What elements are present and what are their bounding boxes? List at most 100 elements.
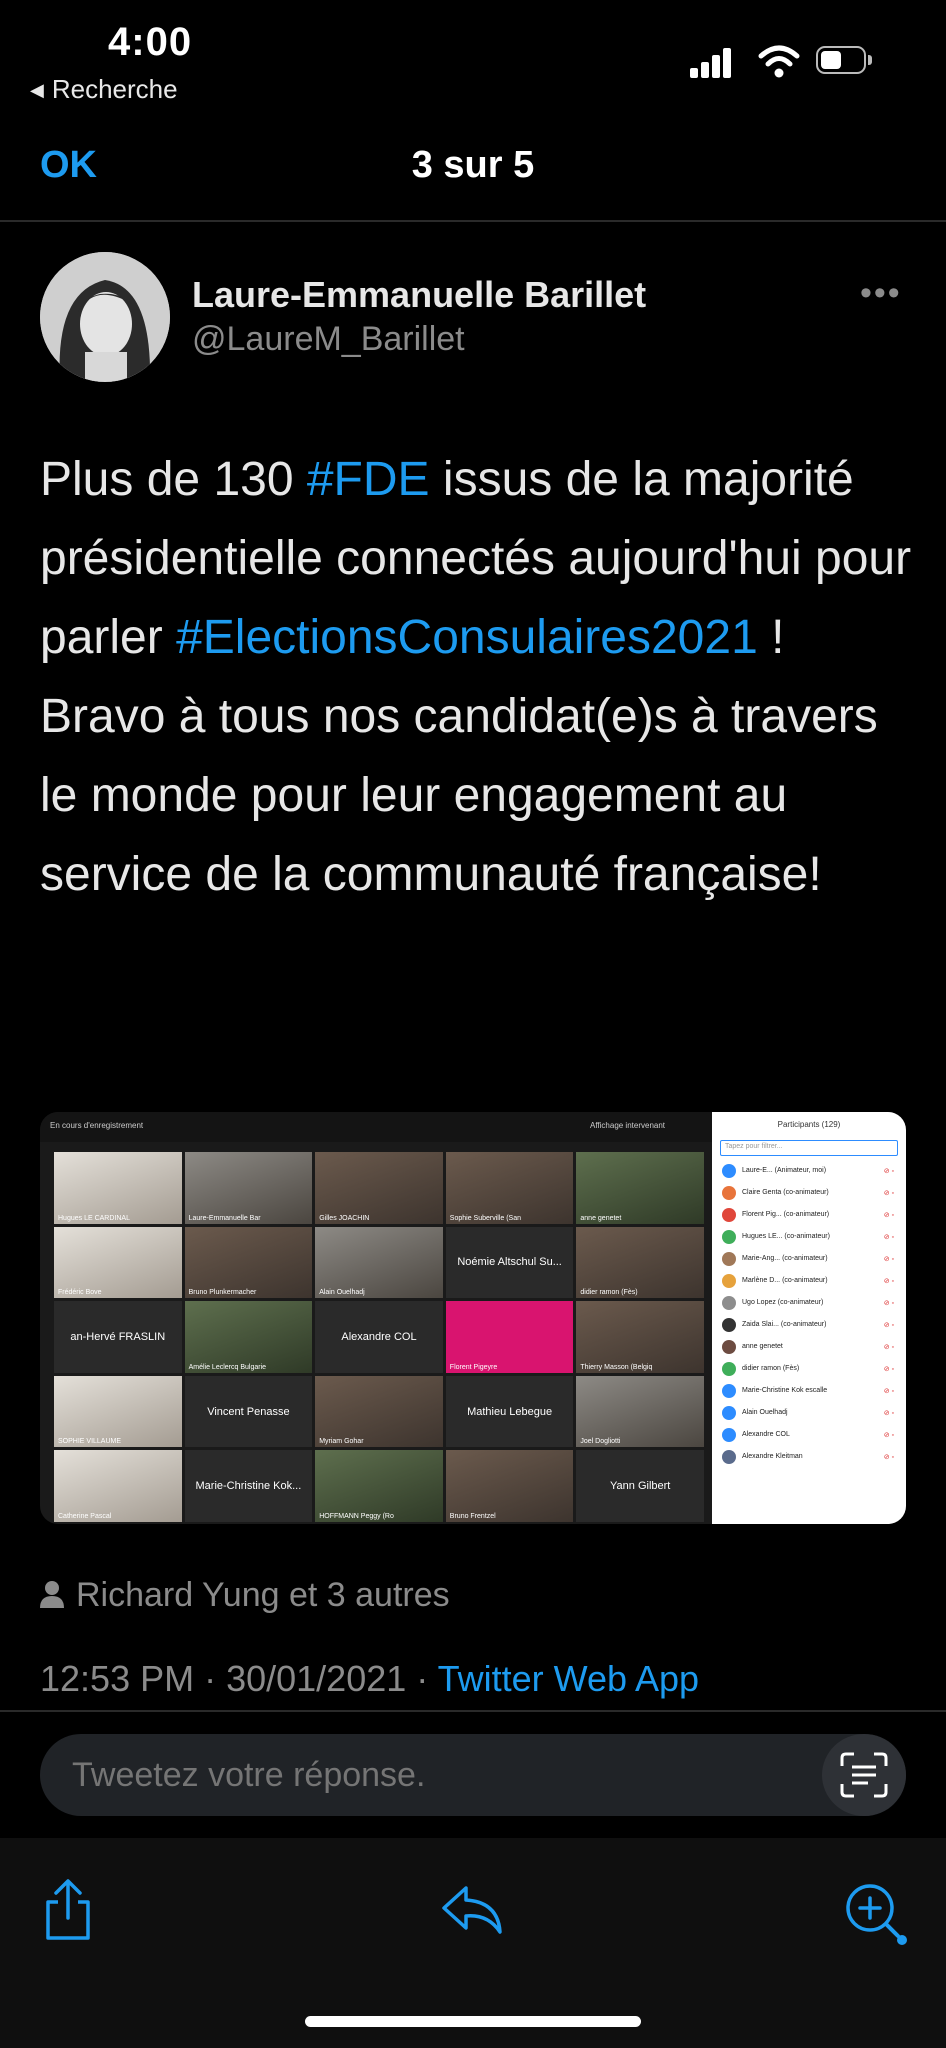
video-tile: SOPHIE VILLAUME: [54, 1375, 182, 1448]
video-tile-label: Myriam Gohar: [319, 1438, 364, 1446]
video-tile: Bruno Plunkermacher: [184, 1226, 313, 1299]
video-tile-label: Noémie Altschul Su...: [457, 1256, 562, 1269]
participant-row: didier ramon (Fès) ⊘ ▫: [722, 1358, 898, 1380]
nav-divider: [0, 220, 946, 222]
zoom-toolbar: En cours d'enregistrement Affichage inte…: [40, 1112, 715, 1142]
add-tweet-icon[interactable]: [840, 1878, 910, 1948]
video-tile-label: Laure-Emmanuelle Bar: [188, 1214, 261, 1222]
video-tile: Alexandre COL: [315, 1301, 443, 1373]
battery-icon: [816, 46, 874, 76]
reply-icon[interactable]: [440, 1882, 504, 1938]
participant-avatar: [722, 1230, 736, 1244]
meta-divider: [0, 1710, 946, 1712]
mic-camera-icon: ⊘ ▫: [883, 1168, 894, 1175]
more-options-icon[interactable]: •••: [860, 274, 902, 313]
participant-row: Laure-E... (Animateur, moi) ⊘ ▫: [722, 1160, 898, 1182]
mic-camera-icon: ⊘ ▫: [883, 1278, 894, 1285]
video-tile: Myriam Gohar: [315, 1375, 443, 1448]
participants-search-placeholder: Tapez pour filtrer...: [725, 1143, 783, 1150]
participant-avatar: [722, 1428, 736, 1442]
participant-row: Hugues LE... (co-animateur) ⊘ ▫: [722, 1226, 898, 1248]
back-label: Recherche: [51, 74, 178, 104]
participant-avatar: [722, 1340, 736, 1354]
participant-name: Ugo Lopez (co-animateur): [742, 1299, 824, 1306]
video-tile-label: didier ramon (Fès): [580, 1289, 638, 1297]
video-tile-label: HOFFMANN Peggy (Ro: [319, 1512, 394, 1520]
tweet-source-link[interactable]: Twitter Web App: [438, 1658, 699, 1699]
tweet-date: 30/01/2021: [226, 1658, 407, 1699]
participant-row: Florent Pig... (co-animateur) ⊘ ▫: [722, 1204, 898, 1226]
back-to-search-link[interactable]: ◀ Recherche: [30, 74, 178, 105]
video-tile-label: Amélie Leclercq Bulgarie: [188, 1363, 267, 1371]
home-indicator[interactable]: [305, 2016, 641, 2027]
participant-name: didier ramon (Fès): [742, 1365, 800, 1372]
video-tile-label: Marie-Christine Kok...: [195, 1480, 302, 1493]
author-name[interactable]: Laure-Emmanuelle Barillet: [192, 274, 646, 316]
participant-name: Laure-E... (Animateur, moi): [742, 1167, 827, 1174]
liked-by-text: Richard Yung et 3 autres: [76, 1576, 450, 1614]
mic-camera-icon: ⊘ ▫: [883, 1366, 894, 1373]
status-time: 4:00: [108, 20, 193, 64]
tweet-media-image[interactable]: En cours d'enregistrement Affichage inte…: [40, 1112, 906, 1524]
participant-avatar: [722, 1208, 736, 1222]
participant-name: Marie-Christine Kok escalle: [742, 1387, 828, 1394]
video-tile: Florent Pigeyre: [445, 1301, 574, 1373]
video-tile-label: Sophie Suberville (San: [449, 1214, 522, 1222]
recording-label: En cours d'enregistrement: [50, 1121, 144, 1130]
video-tile-label: Catherine Pascal: [58, 1512, 112, 1520]
scan-text-button[interactable]: [822, 1734, 906, 1816]
tweet-meta: 12:53 PM · 30/01/2021 · Twitter Web App: [40, 1658, 699, 1700]
participant-name: Florent Pig... (co-animateur): [742, 1211, 830, 1218]
participants-panel: Participants (129) Tapez pour filtrer...…: [712, 1112, 906, 1524]
participant-name: anne genetet: [742, 1343, 783, 1350]
share-icon[interactable]: [40, 1878, 96, 1942]
video-tile-label: Joel Dogliotti: [580, 1438, 621, 1446]
video-tile-label: Gilles JOACHIN: [319, 1214, 370, 1222]
video-tile-label: Bruno Plunkermacher: [188, 1289, 257, 1297]
page-title: 3 sur 5: [411, 144, 535, 186]
hashtag-link-elections[interactable]: #ElectionsConsulaires2021: [176, 611, 758, 664]
mic-camera-icon: ⊘ ▫: [883, 1256, 894, 1263]
video-tile: Mathieu Lebegue: [445, 1375, 574, 1448]
video-tile: Amélie Leclercq Bulgarie: [184, 1301, 313, 1373]
participant-avatar: [722, 1450, 736, 1464]
participant-name: Alexandre Kleitman: [742, 1453, 803, 1460]
participant-row: Claire Genta (co-animateur) ⊘ ▫: [722, 1182, 898, 1204]
meta-separator: ·: [194, 1658, 227, 1699]
participant-row: anne genetet ⊘ ▫: [722, 1336, 898, 1358]
reply-input[interactable]: [72, 1756, 772, 1795]
author-avatar[interactable]: [40, 252, 170, 382]
participant-name: Hugues LE... (co-animateur): [742, 1233, 830, 1240]
video-tile: Joel Dogliotti: [576, 1375, 704, 1448]
participant-row: Marie-Christine Kok escalle ⊘ ▫: [722, 1380, 898, 1402]
mic-camera-icon: ⊘ ▫: [883, 1234, 894, 1241]
participant-avatar: [722, 1318, 736, 1332]
participant-row: Alexandre Kleitman ⊘ ▫: [722, 1446, 898, 1468]
liked-by[interactable]: Richard Yung et 3 autres: [40, 1576, 450, 1615]
mic-camera-icon: ⊘ ▫: [883, 1388, 894, 1395]
participant-avatar: [722, 1362, 736, 1376]
participant-row: Alexandre COL ⊘ ▫: [722, 1424, 898, 1446]
mic-camera-icon: ⊘ ▫: [883, 1322, 894, 1329]
video-tile-label: Alexandre COL: [341, 1330, 417, 1343]
hashtag-link-fde[interactable]: #FDE: [307, 453, 430, 506]
participant-name: Marlène D... (co-animateur): [742, 1277, 828, 1284]
participant-avatar: [722, 1296, 736, 1310]
participant-avatar: [722, 1164, 736, 1178]
mic-camera-icon: ⊘ ▫: [883, 1344, 894, 1351]
participant-avatar: [722, 1406, 736, 1420]
video-tile: an-Hervé FRASLIN: [54, 1301, 182, 1373]
participant-row: Zaida Slai... (co-animateur) ⊘ ▫: [722, 1314, 898, 1336]
video-tile: Bruno Frentzel: [445, 1450, 574, 1522]
mic-camera-icon: ⊘ ▫: [883, 1454, 894, 1461]
tweet-text: Plus de 130 #FDE issus de la majorité pr…: [40, 440, 920, 914]
participant-avatar: [722, 1186, 736, 1200]
video-tile-label: Mathieu Lebegue: [467, 1405, 553, 1418]
video-tile-label: SOPHIE VILLAUME: [58, 1438, 122, 1446]
participants-title: Participants (129): [777, 1120, 841, 1129]
author-handle[interactable]: @LaureM_Barillet: [192, 320, 465, 359]
video-tile-label: Alain Ouelhadj: [319, 1289, 365, 1297]
meta-separator: ·: [406, 1658, 438, 1699]
video-tile: Sophie Suberville (San: [445, 1152, 574, 1224]
video-grid: Hugues LE CARDINAL Laure-Emmanuelle Bar Gi…: [54, 1152, 704, 1522]
